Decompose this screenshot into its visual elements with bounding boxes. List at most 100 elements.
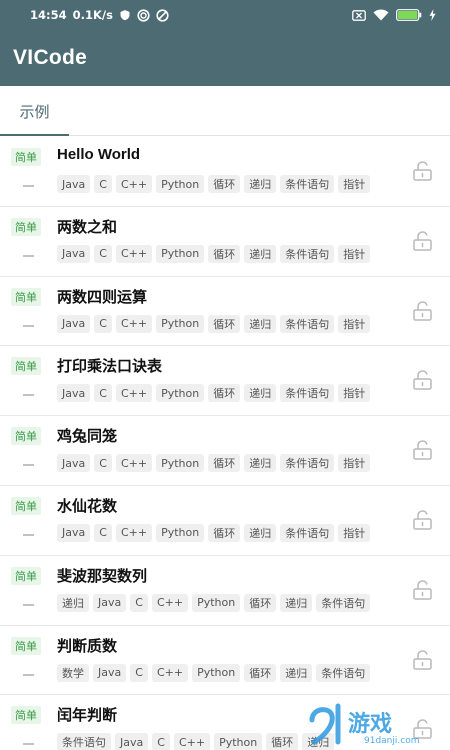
tag: 条件语句: [280, 384, 335, 403]
lock-open-icon[interactable]: [412, 580, 434, 600]
tag: 指针: [338, 314, 371, 333]
list-item[interactable]: 简单 两数四则运算 Java C C++ Python 循环 递归 条件语句 指针: [0, 276, 450, 347]
tag: C++: [115, 314, 153, 333]
tag: 数学: [57, 663, 89, 682]
tag: Java: [115, 733, 149, 750]
tag: Python: [156, 314, 205, 333]
status-dash: [23, 185, 34, 187]
status-dash: [23, 603, 34, 606]
list-item[interactable]: 简单 斐波那契数列 递归 Java C C++ Python 循环 递归 条件语句: [0, 555, 450, 626]
tag: Java: [57, 384, 91, 403]
lock-open-icon[interactable]: [412, 231, 434, 251]
svg-text:游戏: 游戏: [348, 711, 392, 737]
lock-open-icon[interactable]: [412, 370, 434, 391]
item-title: Hello World: [57, 146, 141, 163]
tag: C++: [115, 175, 153, 193]
tag: 递归: [280, 593, 313, 612]
status-dash: [23, 673, 34, 676]
tag: C++: [115, 523, 153, 542]
tag: 循环: [208, 384, 241, 403]
tag: 指针: [338, 244, 371, 263]
tag-list: 递归 Java C C++ Python 循环 递归 条件语句: [57, 593, 371, 612]
tab-bar: 示例: [0, 86, 450, 136]
tag: 条件语句: [57, 733, 111, 750]
tag: C++: [115, 244, 153, 263]
tag-list: 数学 Java C C++ Python 循环 递归 条件语句: [57, 663, 371, 682]
status-dash: [23, 464, 34, 467]
tag: C++: [151, 663, 189, 682]
tag: 条件语句: [316, 593, 371, 612]
difficulty-badge: 简单: [11, 706, 41, 725]
list-item[interactable]: 简单 打印乘法口诀表 Java C C++ Python 循环 递归 条件语句 指针: [0, 346, 450, 417]
tag: C: [130, 663, 148, 682]
item-title: 打印乘法口诀表: [57, 358, 163, 376]
battery-icon: [396, 9, 422, 21]
tag-list: Java C C++ Python 循环 递归 条件语句 指针: [57, 384, 371, 403]
status-dash: [23, 394, 34, 397]
difficulty-badge: 简单: [11, 427, 41, 446]
tag: 递归: [244, 454, 277, 473]
lock-open-icon[interactable]: [412, 649, 434, 670]
list-item[interactable]: 简单 Hello World Java C C++ Python 循环 递归 条件语句 指针: [0, 137, 450, 207]
tag: 循环: [244, 663, 277, 682]
tag: 循环: [266, 733, 299, 750]
sync-icon: [137, 8, 150, 22]
status-dash: [23, 533, 34, 536]
tag: C++: [173, 733, 211, 750]
tag: C: [94, 244, 112, 263]
tag: C: [152, 733, 170, 750]
status-dash: [23, 254, 34, 257]
item-title: 闰年判断: [57, 707, 118, 725]
tag: 条件语句: [280, 314, 335, 333]
lock-open-icon[interactable]: [412, 510, 434, 530]
tag: 条件语句: [280, 175, 335, 193]
tag: Java: [57, 175, 91, 193]
difficulty-badge: 简单: [11, 636, 41, 655]
tag: 指针: [338, 175, 371, 193]
tag: Java: [57, 523, 91, 542]
tag: 条件语句: [280, 523, 335, 542]
tag: C: [94, 384, 112, 403]
app-title: VICode: [13, 46, 88, 69]
list-item[interactable]: 简单 两数之和 Java C C++ Python 循环 递归 条件语句 指针: [0, 206, 450, 277]
tag: 条件语句: [316, 663, 371, 682]
tag: 循环: [208, 523, 241, 542]
wifi-icon: [373, 9, 389, 21]
tag: 循环: [208, 175, 241, 193]
tag: Python: [156, 523, 205, 542]
item-title: 斐波那契数列: [57, 567, 148, 585]
list-item[interactable]: 简单 鸡兔同笼 Java C C++ Python 循环 递归 条件语句 指针: [0, 416, 450, 486]
network-speed: 0.1K/s: [72, 8, 113, 22]
tag: C: [94, 454, 112, 473]
difficulty-badge: 简单: [11, 496, 41, 515]
tag: Java: [57, 244, 91, 263]
tag: 递归: [244, 175, 277, 193]
list-item[interactable]: 简单 判断质数 数学 Java C C++ Python 循环 递归 条件语句: [0, 625, 450, 696]
tag-list: Java C C++ Python 循环 递归 条件语句 指针: [57, 244, 371, 263]
tag: 指针: [338, 454, 371, 473]
tag-list: Java C C++ Python 循环 递归 条件语句 指针: [57, 175, 371, 193]
lock-open-icon[interactable]: [412, 300, 434, 321]
tag: 递归: [244, 523, 277, 542]
lock-open-icon[interactable]: [412, 161, 434, 181]
tag-list: Java C C++ Python 循环 递归 条件语句 指针: [57, 454, 371, 473]
charging-icon: [429, 9, 436, 21]
tab-examples[interactable]: 示例: [0, 86, 69, 136]
list-item[interactable]: 简单 水仙花数 Java C C++ Python 循环 递归 条件语句 指针: [0, 485, 450, 556]
tag: 递归: [244, 244, 277, 263]
tag: C++: [115, 454, 153, 473]
tag: 循环: [208, 454, 241, 473]
tag: 递归: [244, 314, 277, 333]
tag: 条件语句: [280, 244, 335, 263]
sim-off-icon: [352, 9, 366, 21]
tag: C: [130, 593, 148, 612]
lock-open-icon[interactable]: [412, 440, 434, 460]
tag: Python: [156, 175, 205, 193]
item-title: 两数之和: [57, 218, 118, 236]
tag: 循环: [244, 593, 277, 612]
tag: Java: [57, 454, 91, 473]
tag-list: Java C C++ Python 循环 递归 条件语句 指针: [57, 523, 371, 542]
tag: 指针: [338, 384, 371, 403]
difficulty-badge: 简单: [11, 357, 41, 376]
app-bar: VICode: [0, 30, 450, 86]
